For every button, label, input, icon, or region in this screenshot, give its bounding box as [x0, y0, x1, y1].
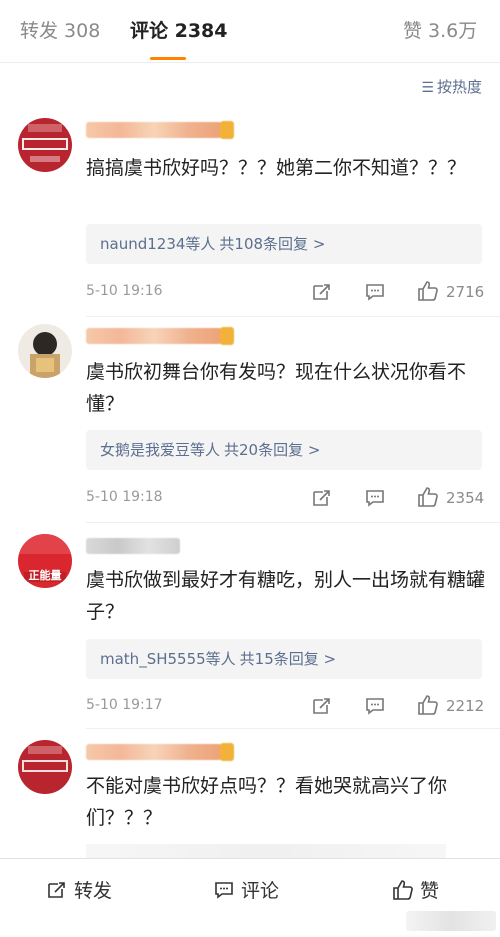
sort-icon: ☰	[421, 80, 434, 96]
reply-names: naund1234等人	[100, 235, 216, 253]
reply-names: 女鹅是我爱豆等人	[100, 441, 221, 459]
comment-tabs: 转发 308 评论 2384 赞 3.6万	[0, 0, 500, 63]
username-blurred[interactable]	[86, 538, 180, 554]
active-tab-indicator	[150, 57, 186, 60]
avatar[interactable]: 正能量	[18, 534, 72, 588]
like-button[interactable]: 赞	[392, 876, 439, 903]
like-icon[interactable]	[417, 694, 439, 716]
reply-names: math_SH5555等人	[100, 650, 236, 668]
comment-text: 不能对虞书欣好点吗？？看她哭就高兴了你们？？？	[86, 775, 448, 829]
like-count: 2212	[446, 697, 485, 715]
like-icon	[393, 880, 413, 900]
watermark	[406, 911, 496, 931]
repost-label: 转发	[74, 880, 113, 902]
tab-comments[interactable]: 评论 2384	[130, 16, 228, 43]
comment-icon	[215, 882, 233, 899]
divider	[86, 316, 500, 317]
comment-button[interactable]: 评论	[213, 876, 279, 903]
comment-icon[interactable]	[364, 487, 386, 509]
like-count: 2354	[446, 489, 485, 507]
avatar[interactable]	[18, 118, 72, 172]
repost-button[interactable]: 转发	[46, 876, 112, 903]
tab-repost[interactable]: 转发 308	[20, 16, 100, 43]
reply-count: 共20条回复 >	[224, 441, 321, 459]
repost-icon[interactable]	[311, 695, 333, 717]
like-count: 2716	[446, 283, 485, 301]
reply-count: 共15条回复 >	[239, 650, 337, 668]
like-label: 赞	[420, 880, 440, 902]
username-blurred[interactable]	[86, 121, 234, 139]
username-blurred[interactable]	[86, 743, 234, 761]
divider	[86, 728, 500, 729]
like-icon[interactable]	[417, 486, 439, 508]
like-icon[interactable]	[417, 280, 439, 302]
comment-text: 虞书欣初舞台你有发吗？现在什么状况你看不懂？	[86, 361, 467, 415]
username-blurred[interactable]	[86, 327, 234, 345]
replies-preview[interactable]: 女鹅是我爱豆等人 共20条回复 >	[86, 430, 482, 470]
repost-icon[interactable]	[311, 281, 333, 303]
comment-icon[interactable]	[364, 281, 386, 303]
divider	[86, 522, 500, 523]
bottom-action-bar: 转发 评论 赞	[0, 858, 500, 937]
avatar[interactable]	[18, 324, 72, 378]
comment-text: 虞书欣做到最好才有糖吃，别人一出场就有糖罐子？	[86, 569, 486, 623]
comment-time: 5-10 19:17	[86, 697, 163, 713]
repost-icon[interactable]	[311, 487, 333, 509]
repost-icon	[48, 882, 65, 898]
avatar-label: 正能量	[28, 569, 62, 582]
reply-count: 共108条回复 >	[219, 235, 326, 253]
comment-text: 搞搞虞书欣好吗？？？她第二你不知道？？？	[86, 157, 467, 179]
replies-preview[interactable]: naund1234等人 共108条回复 >	[86, 224, 482, 264]
tab-likes[interactable]: 赞 3.6万	[403, 16, 477, 43]
comment-icon[interactable]	[364, 695, 386, 717]
avatar[interactable]	[18, 740, 72, 794]
sort-by-hot-button[interactable]: ☰ 按热度	[421, 76, 482, 97]
comment-time: 5-10 19:16	[86, 283, 163, 299]
sort-label: 按热度	[436, 78, 482, 96]
comment-time: 5-10 19:18	[86, 489, 163, 505]
comment-label: 评论	[241, 880, 280, 902]
replies-preview[interactable]: math_SH5555等人 共15条回复 >	[86, 639, 482, 679]
next-reply-preview	[86, 844, 446, 858]
